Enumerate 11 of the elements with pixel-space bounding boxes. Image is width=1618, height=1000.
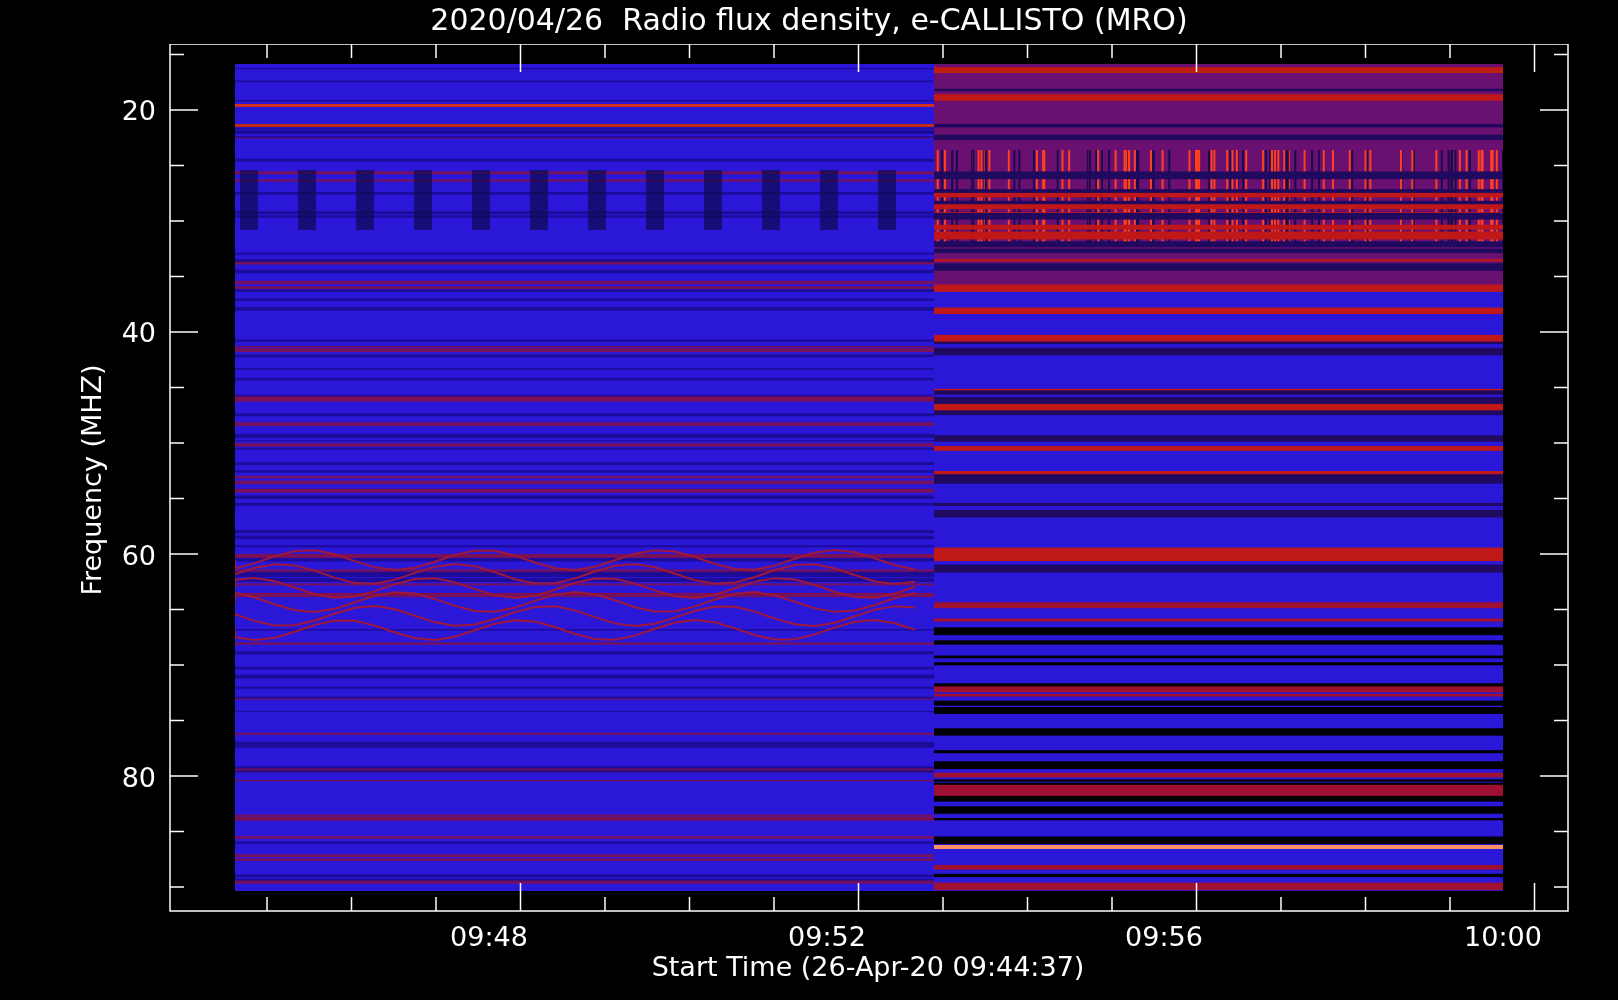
tick-label: 20 [121, 95, 156, 126]
tick-label: 60 [121, 540, 156, 571]
tick-label: 09:56 [1125, 921, 1203, 952]
tick-label: 40 [121, 317, 156, 348]
x-axis-label: Start Time (26-Apr-20 09:44:37) [651, 951, 1085, 982]
tick-label: 80 [121, 762, 156, 793]
tick-label: 09:48 [450, 921, 528, 952]
y-axis-label: Frequency (MHZ) [76, 364, 107, 596]
tick-label: 10:00 [1464, 921, 1542, 952]
tick-label: 09:52 [788, 921, 866, 952]
plot-title: 2020/04/26 Radio flux density, e-CALLISTO (MRO) [430, 1, 1188, 39]
